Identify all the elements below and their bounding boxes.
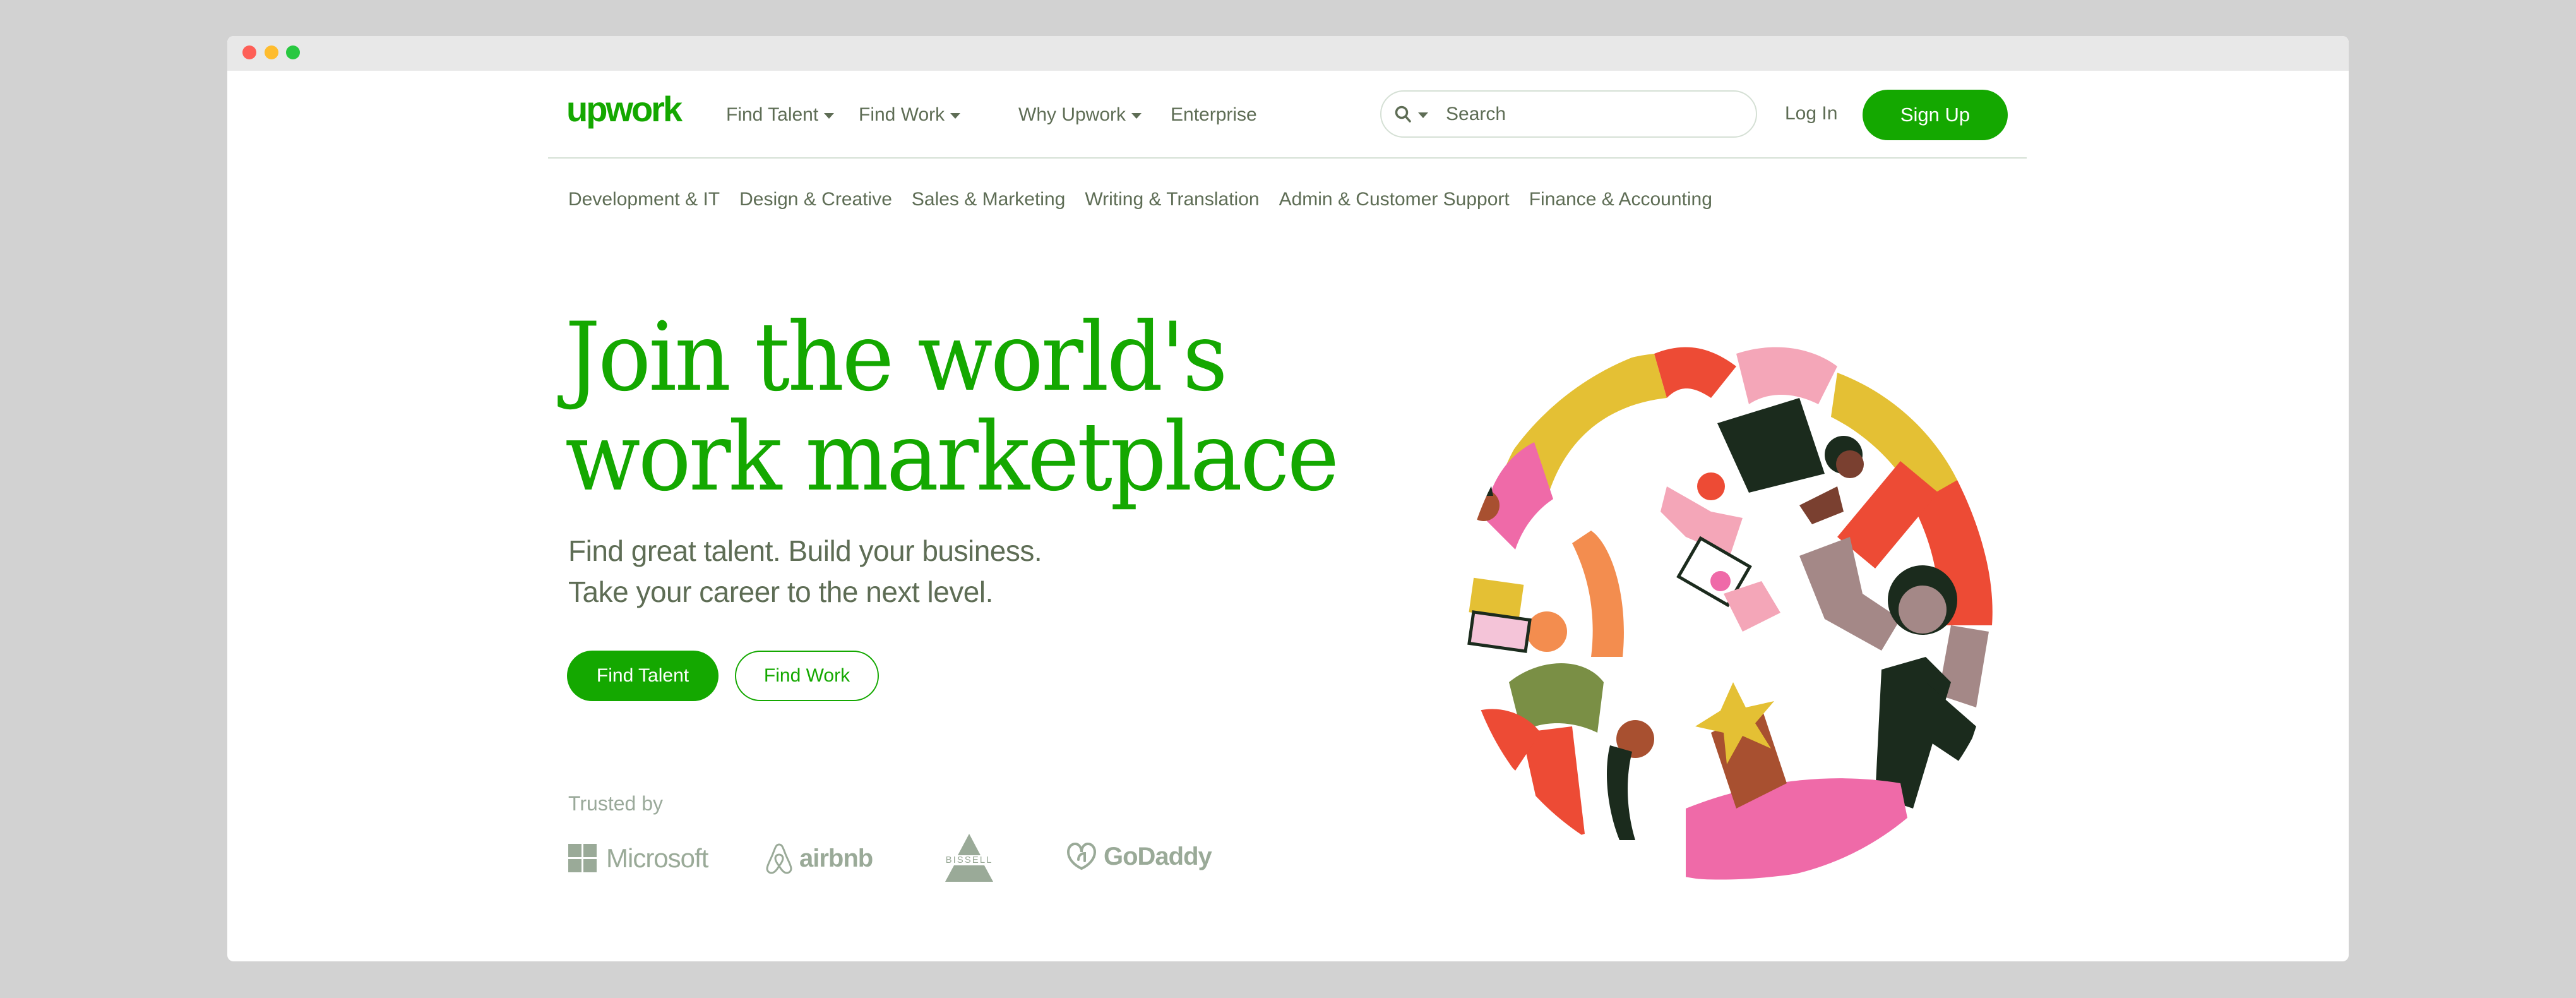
bissell-wordmark: BISSELL: [946, 855, 993, 865]
airbnb-wordmark: airbnb: [799, 844, 873, 872]
nav-enterprise[interactable]: Enterprise: [1171, 102, 1257, 128]
signup-button[interactable]: Sign Up: [1863, 90, 2008, 140]
subhead-line-1: Find great talent. Build your business.: [568, 534, 1042, 567]
chevron-down-icon: [1131, 113, 1142, 119]
godaddy-wordmark: GoDaddy: [1104, 842, 1212, 870]
nav-why-upwork[interactable]: Why Upwork: [1018, 102, 1142, 128]
bissell-triangle-icon: BISSELL: [945, 834, 993, 882]
upwork-homepage: upwork Find Talent Find Work Why Upwork …: [227, 71, 2349, 961]
login-link[interactable]: Log In: [1785, 101, 1837, 126]
category-development-it[interactable]: Development & IT: [568, 187, 720, 212]
microsoft-logo: Microsoft: [568, 843, 708, 874]
art-pants-dark: [1717, 398, 1825, 493]
art-face-brown: [1836, 450, 1864, 478]
nav-find-work-label: Find Work: [859, 104, 945, 125]
hero-headline: Join the world's work marketplace: [565, 308, 1339, 507]
window-titlebar: [227, 36, 2349, 71]
category-sales-marketing[interactable]: Sales & Marketing: [912, 187, 1065, 212]
chevron-down-icon: [950, 113, 961, 119]
art-laptop-keyboard: [1467, 610, 1532, 653]
art-head-small: [1468, 490, 1500, 521]
search-input[interactable]: [1445, 102, 1712, 126]
browser-window: upwork Find Talent Find Work Why Upwork …: [227, 36, 2349, 961]
airbnb-belo-icon: [766, 843, 792, 874]
trusted-logos: Microsoft airbnb BISSELL GoDaddy: [568, 829, 1212, 892]
search-type-dropdown-icon[interactable]: [1418, 112, 1428, 118]
chevron-down-icon: [824, 113, 835, 119]
category-writing-translation[interactable]: Writing & Translation: [1085, 187, 1259, 212]
category-finance-accounting[interactable]: Finance & Accounting: [1529, 187, 1712, 212]
art-sleeve-red: [1654, 347, 1736, 398]
art-hand-brown: [1799, 486, 1844, 524]
maximize-window-button[interactable]: [286, 45, 300, 59]
header-divider: [548, 157, 2027, 159]
art-arm-pink: [1736, 347, 1837, 404]
close-window-button[interactable]: [242, 45, 256, 59]
nav-enterprise-label: Enterprise: [1171, 104, 1257, 125]
search-icon[interactable]: [1394, 105, 1413, 124]
art-braid: [1607, 745, 1635, 840]
nav-find-work[interactable]: Find Work: [859, 102, 961, 128]
headline-line-2: work marketplace: [565, 402, 1339, 512]
trusted-by-label: Trusted by: [568, 792, 663, 815]
microsoft-wordmark: Microsoft: [606, 843, 708, 873]
logo-text: upwork: [566, 92, 683, 129]
nav-find-talent[interactable]: Find Talent: [726, 102, 835, 128]
art-tablet-drawing: [1710, 571, 1731, 591]
category-design-creative[interactable]: Design & Creative: [739, 187, 892, 212]
microsoft-windows-icon: [568, 844, 597, 872]
art-pants-pink: [1686, 778, 1913, 880]
hero-subheading: Find great talent. Build your business. …: [568, 531, 1042, 613]
art-arm-orange: [1572, 531, 1624, 657]
hero-illustration: [1462, 347, 1993, 880]
art-head-orange: [1527, 611, 1567, 652]
search-box[interactable]: [1380, 90, 1757, 138]
minimize-window-button[interactable]: [265, 45, 278, 59]
upwork-logo[interactable]: upwork: [566, 92, 702, 136]
godaddy-heart-icon: [1066, 842, 1097, 870]
art-hair-bun: [1474, 480, 1493, 496]
bissell-logo: BISSELL: [931, 833, 1007, 883]
subhead-line-2: Take your career to the next level.: [568, 575, 993, 608]
category-nav: Development & IT Design & Creative Sales…: [568, 187, 1712, 212]
find-work-button[interactable]: Find Work: [735, 651, 879, 701]
category-admin-support[interactable]: Admin & Customer Support: [1279, 187, 1510, 212]
nav-why-upwork-label: Why Upwork: [1018, 104, 1126, 125]
art-bubble-red: [1697, 472, 1725, 500]
airbnb-logo: airbnb: [765, 843, 873, 874]
godaddy-logo: GoDaddy: [1066, 842, 1212, 871]
art-face: [1899, 586, 1947, 634]
headline-line-1: Join the world's: [565, 303, 1228, 412]
nav-find-talent-label: Find Talent: [726, 104, 819, 125]
find-talent-button[interactable]: Find Talent: [567, 651, 719, 701]
